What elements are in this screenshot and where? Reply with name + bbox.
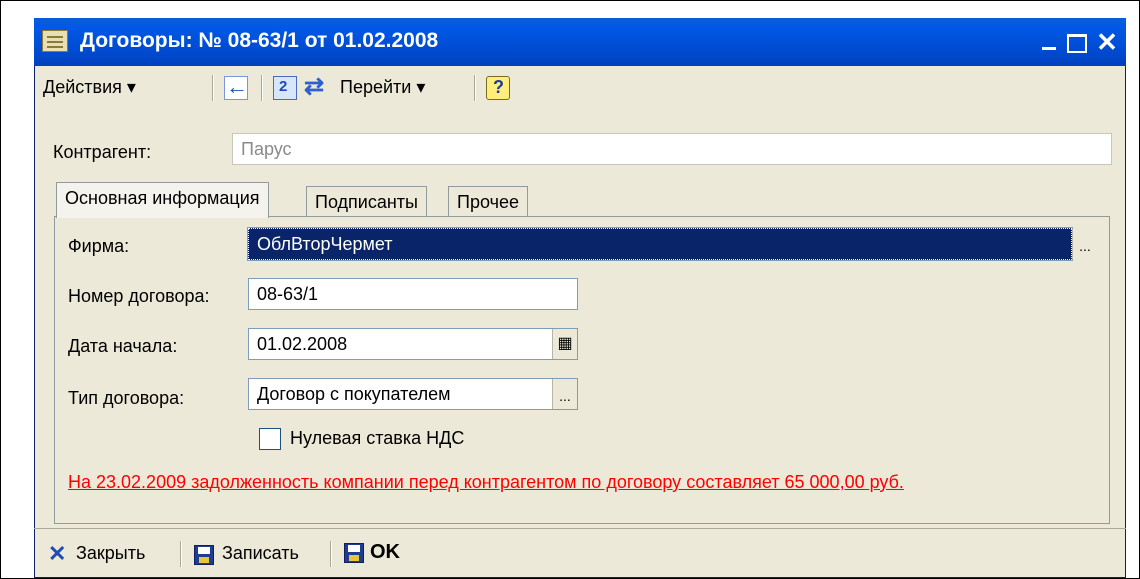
zero-vat-label[interactable]: Нулевая ставка НДС (290, 428, 464, 449)
contract-type-select-button[interactable]: ... (552, 379, 577, 409)
bottom-separator (180, 541, 182, 567)
firma-label: Фирма: (68, 236, 130, 256)
toolbar-separator (261, 75, 263, 101)
debt-warning-link[interactable]: На 23.02.2009 задолженность компании пер… (68, 472, 904, 493)
ok-button[interactable]: OK (370, 541, 400, 564)
tab-signatories[interactable]: Подписанты (306, 186, 427, 218)
firma-select-button[interactable]: ... (1072, 229, 1097, 259)
calendar-refresh-icon[interactable] (273, 76, 297, 100)
tab-main-info[interactable]: Основная информация (56, 182, 269, 218)
start-date-label: Дата начала: (68, 336, 178, 356)
calendar-icon[interactable]: ▦ (552, 329, 577, 359)
close-icon[interactable]: ✕ (48, 541, 66, 567)
window-title: Договоры: № 08-63/1 от 01.02.2008 (80, 29, 439, 52)
actions-menu[interactable]: Действия ▾ (43, 77, 136, 98)
contract-number-field[interactable]: 08-63/1 (248, 278, 578, 310)
back-arrow-icon[interactable] (224, 74, 248, 100)
goto-menu[interactable]: Перейти ▾ (340, 77, 425, 98)
contract-type-field[interactable]: Договор с покупателем (248, 378, 578, 410)
firma-field[interactable]: ОблВторЧермет (247, 227, 1073, 261)
maximize-icon (1067, 34, 1087, 53)
document-icon (42, 30, 68, 52)
save-icon[interactable] (194, 545, 214, 565)
tab-other[interactable]: Прочее (448, 186, 528, 218)
toolbar-separator (212, 75, 214, 101)
bottom-bar: ✕ Закрыть Записать OK (34, 528, 1126, 579)
title-bar[interactable]: Договоры: № 08-63/1 от 01.02.2008 ✕ (34, 18, 1126, 66)
zero-vat-checkbox[interactable] (259, 428, 281, 450)
close-window-button[interactable]: ✕ (1094, 29, 1120, 55)
contract-type-label: Тип договора: (68, 388, 185, 408)
contract-window: Договоры: № 08-63/1 от 01.02.2008 ✕ Дейс… (34, 18, 1126, 578)
minimize-icon (1042, 47, 1056, 50)
save-button[interactable]: Записать (222, 543, 299, 564)
kontragent-label: Контрагент: (53, 142, 152, 162)
minimize-button[interactable] (1036, 30, 1062, 54)
start-date-field[interactable]: 01.02.2008 (248, 328, 578, 360)
navigate-icon[interactable] (304, 72, 328, 101)
close-button[interactable]: Закрыть (76, 543, 145, 564)
contract-number-label: Номер договора: (68, 286, 210, 306)
kontragent-field[interactable]: Парус (232, 133, 1112, 165)
toolbar: Действия ▾ Перейти ▾ (37, 69, 1123, 107)
help-icon[interactable] (486, 76, 510, 100)
save-ok-icon[interactable] (344, 543, 364, 563)
toolbar-separator (474, 75, 476, 101)
bottom-separator (330, 541, 332, 567)
screenshot-frame: Договоры: № 08-63/1 от 01.02.2008 ✕ Дейс… (0, 0, 1140, 579)
maximize-button[interactable] (1064, 30, 1090, 54)
